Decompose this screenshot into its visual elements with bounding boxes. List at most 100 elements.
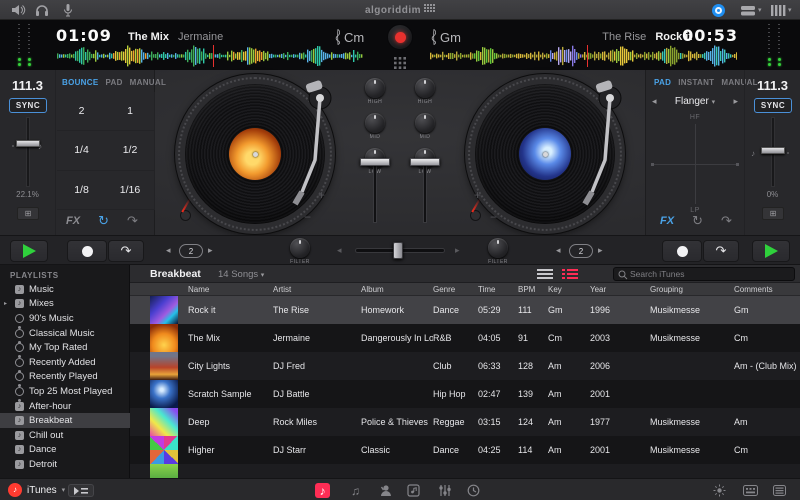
- deck-b-record-cue-button[interactable]: [662, 240, 702, 262]
- detail-view-toggle-active[interactable]: [562, 269, 578, 279]
- sidebar-playlist-item[interactable]: ♪ Top 25 Most Played: [0, 384, 130, 399]
- pitch-bend-plus[interactable]: +: [318, 188, 325, 202]
- brightness-button[interactable]: [712, 483, 727, 498]
- deck-b-loop-halve-arrow[interactable]: ◂: [556, 245, 561, 256]
- grid-browser-toggle-icon[interactable]: [394, 57, 406, 69]
- sidebar-playlist-item[interactable]: ♪ Recently Played: [0, 370, 130, 385]
- deck-a-cue-button[interactable]: ↷: [108, 240, 144, 262]
- column-header[interactable]: Artist: [273, 285, 361, 294]
- column-header[interactable]: Album: [361, 285, 433, 294]
- column-header[interactable]: Comments: [734, 285, 800, 294]
- pitch-bend-minus[interactable]: −: [490, 210, 497, 224]
- deck-a-tempo-slider[interactable]: [16, 118, 40, 186]
- cue-jump-icon[interactable]: ↷: [721, 213, 732, 229]
- deck-b-tempo-slider[interactable]: [761, 118, 785, 186]
- mixer-panel-selector[interactable]: ▾: [770, 3, 792, 17]
- column-header[interactable]: Key: [548, 285, 590, 294]
- bounce-pad[interactable]: 1/4: [57, 131, 106, 171]
- pad-mode-tab[interactable]: PAD: [105, 78, 122, 87]
- deck-a-sync-button[interactable]: SYNC: [9, 98, 47, 113]
- eq-knob[interactable]: [365, 78, 385, 98]
- bounce-pad[interactable]: 1: [106, 92, 155, 132]
- eq-knob[interactable]: [365, 113, 385, 133]
- channel-b-volume-fader[interactable]: [410, 158, 440, 222]
- sidebar-playlist-item[interactable]: ♪ Detroit: [0, 457, 130, 472]
- deck-a-play-button[interactable]: [10, 240, 48, 262]
- track-row[interactable]: Rock it The Rise Homework Dance 05:29 11…: [130, 296, 800, 324]
- loop-toggle-icon[interactable]: ↻: [98, 213, 109, 229]
- tab-albums[interactable]: [406, 483, 421, 498]
- library-source-selector[interactable]: ♪ iTunes ▾: [8, 483, 65, 497]
- sidebar-playlist-item[interactable]: ♪ After-hour: [0, 399, 130, 414]
- prev-effect-arrow[interactable]: ◂: [652, 96, 657, 107]
- song-count[interactable]: 14 Songs ▾: [218, 269, 264, 280]
- partial-track-row[interactable]: [130, 464, 800, 478]
- track-row[interactable]: The Mix Jermaine Dangerously In Love R&B…: [130, 324, 800, 352]
- crossfade-left-arrow[interactable]: ◂: [337, 245, 342, 256]
- sidebar-playlist-item[interactable]: ♪ Dance: [0, 443, 130, 458]
- sidebar-playlist-item[interactable]: ♪ Breakbeat: [0, 413, 130, 428]
- column-header[interactable]: Name: [188, 285, 273, 294]
- tab-singers[interactable]: [378, 483, 393, 498]
- channel-a-fader-handle[interactable]: [360, 158, 390, 166]
- list-view-toggle[interactable]: [537, 269, 553, 279]
- deck-b-waveform[interactable]: [430, 45, 737, 67]
- column-header[interactable]: Year: [590, 285, 650, 294]
- fx-mode-tab[interactable]: PAD: [654, 78, 671, 87]
- loop-toggle-icon[interactable]: ↻: [692, 213, 703, 229]
- disclosure-triangle[interactable]: ▸: [4, 300, 7, 307]
- deck-a-loop-halve-arrow[interactable]: ◂: [166, 245, 171, 256]
- eq-knob[interactable]: [415, 113, 435, 133]
- deck-b-sync-button[interactable]: SYNC: [754, 98, 792, 113]
- track-row[interactable]: Scratch Sample DJ Battle Hip Hop 02:47 1…: [130, 380, 800, 408]
- deck-b-play-button[interactable]: [752, 240, 790, 262]
- tab-songs[interactable]: ♪: [315, 483, 330, 498]
- deck-b-cue-button[interactable]: ↷: [703, 240, 739, 262]
- view-mode-selector[interactable]: ▾: [740, 3, 762, 17]
- sidebar-playlist-item[interactable]: ♪ My Top Rated: [0, 340, 130, 355]
- bounce-pad[interactable]: 2: [57, 92, 106, 132]
- deck-b-keylock-button[interactable]: ⊞: [762, 207, 784, 220]
- sidebar-playlist-item[interactable]: ♪ Music: [0, 282, 130, 297]
- search-input[interactable]: [630, 268, 790, 280]
- track-row[interactable]: City Lights DJ Fred Club 06:33 128 Am 20…: [130, 352, 800, 380]
- fx-toggle[interactable]: FX: [66, 215, 80, 227]
- bounce-pad[interactable]: 1/2: [106, 131, 155, 171]
- crossfade-right-arrow[interactable]: ▸: [455, 245, 460, 256]
- next-effect-arrow[interactable]: ▸: [733, 96, 738, 107]
- sidebar-toggle-button[interactable]: [68, 484, 94, 497]
- sidebar-playlist-item[interactable]: ♪ Classical Music: [0, 326, 130, 341]
- pad-mode-tab[interactable]: MANUAL: [130, 78, 166, 87]
- bounce-pad[interactable]: 1/16: [106, 170, 155, 210]
- tab-artists[interactable]: ♫: [348, 483, 363, 498]
- deck-a-record-cue-button[interactable]: [67, 240, 107, 262]
- deck-b-filter-knob[interactable]: [488, 238, 508, 258]
- tab-genres[interactable]: [437, 483, 452, 498]
- track-row[interactable]: Deep Rock Miles Police & Thieves Reggae …: [130, 408, 800, 436]
- fx-mode-tab[interactable]: INSTANT: [678, 78, 714, 87]
- column-header[interactable]: Genre: [433, 285, 478, 294]
- deck-a-filter-knob[interactable]: [290, 238, 310, 258]
- deck-b-xy-pad[interactable]: HF LP: [651, 114, 739, 214]
- record-mix-button[interactable]: [387, 24, 413, 50]
- cue-jump-icon[interactable]: ↷: [127, 213, 138, 229]
- deck-b-loop-length[interactable]: 2: [569, 244, 593, 258]
- eq-knob[interactable]: [415, 78, 435, 98]
- keyboard-shortcuts-button[interactable]: [743, 483, 758, 498]
- crossfader-handle[interactable]: [393, 242, 403, 259]
- deck-b-tempo-slider-handle[interactable]: [761, 147, 785, 154]
- column-header[interactable]: BPM: [518, 285, 548, 294]
- status-indicator[interactable]: [712, 3, 725, 17]
- pad-mode-tab[interactable]: BOUNCE: [62, 78, 98, 87]
- column-header[interactable]: Grouping: [650, 285, 734, 294]
- track-row[interactable]: Higher DJ Starr Classic Dance 04:25 114 …: [130, 436, 800, 464]
- sidebar-playlist-item[interactable]: ♪ 90's Music: [0, 311, 130, 326]
- channel-b-fader-handle[interactable]: [410, 158, 440, 166]
- deck-a-tempo-slider-handle[interactable]: [16, 140, 40, 147]
- deck-b-loop-double-arrow[interactable]: ▸: [598, 245, 603, 256]
- sidebar-playlist-item[interactable]: ♪ Recently Added: [0, 355, 130, 370]
- tab-history[interactable]: [466, 483, 481, 498]
- pitch-bend-minus[interactable]: −: [304, 210, 311, 224]
- fx-toggle[interactable]: FX: [660, 215, 674, 227]
- deck-a-loop-double-arrow[interactable]: ▸: [208, 245, 213, 256]
